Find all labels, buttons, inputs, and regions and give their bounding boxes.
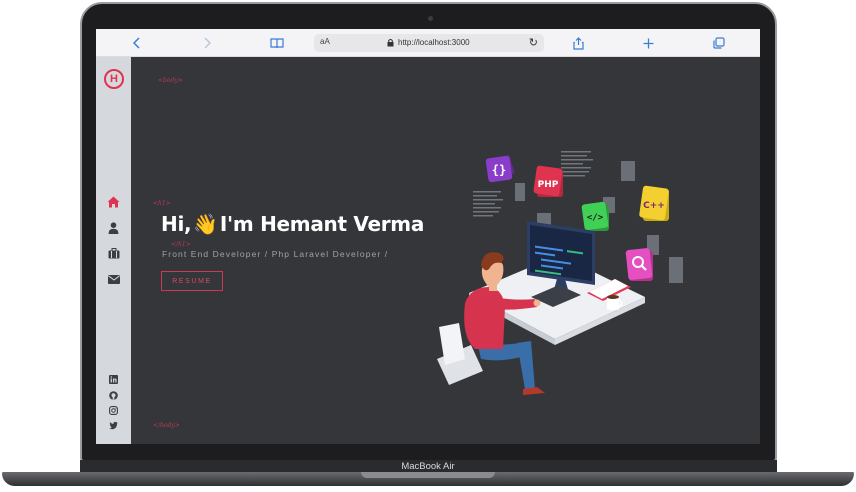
linkedin-icon[interactable]: [109, 375, 118, 384]
site-logo[interactable]: H: [104, 69, 124, 89]
resume-button[interactable]: RESUME: [161, 271, 223, 291]
wave-hand-icon: 👋: [193, 212, 218, 236]
browser-toolbar: aA http://localhost:3000 ↻: [96, 29, 760, 57]
name-text: I'm Hemant Verma: [219, 212, 425, 236]
back-button[interactable]: [128, 34, 146, 52]
instagram-icon[interactable]: [109, 406, 118, 415]
json-badge-label: {}: [492, 163, 506, 177]
lock-icon: [387, 39, 394, 47]
envelope-icon[interactable]: [107, 273, 120, 286]
url-text: http://localhost:3000: [398, 38, 470, 47]
h1-open-tag: <h1>: [153, 200, 171, 207]
briefcase-icon[interactable]: [107, 247, 120, 260]
tabs-overview-icon[interactable]: [710, 34, 728, 52]
cpp-badge-label: C++: [643, 201, 665, 211]
search-badge: [625, 248, 653, 281]
reload-icon[interactable]: ↻: [529, 36, 538, 49]
cpp-badge: C++: [639, 185, 669, 221]
hero-heading: Hi, 👋 I'm Hemant Verma: [161, 212, 424, 236]
user-icon[interactable]: [107, 221, 120, 234]
share-icon[interactable]: [569, 34, 587, 52]
text-size-button[interactable]: aA: [320, 37, 330, 46]
camera-icon: [428, 16, 433, 21]
body-open-tag: <body>: [158, 77, 183, 84]
home-icon[interactable]: [107, 195, 120, 208]
developer-illustration: {} PHP </> C++: [437, 151, 683, 395]
address-bar[interactable]: aA http://localhost:3000 ↻: [314, 34, 544, 52]
new-tab-icon[interactable]: [639, 34, 657, 52]
h1-close-tag: </h1>: [171, 241, 191, 248]
sidebar: H: [96, 57, 131, 444]
json-badge: {}: [485, 155, 515, 183]
greeting-text: Hi,: [161, 212, 192, 236]
github-icon[interactable]: [109, 391, 118, 400]
browser-window: aA http://localhost:3000 ↻ H <body> <h1>…: [96, 29, 760, 444]
bookmarks-icon[interactable]: [268, 34, 286, 52]
html-badge-label: </>: [587, 213, 604, 223]
hero-subtitle: Front End Developer / Php Laravel Develo…: [162, 249, 389, 259]
html-badge: </>: [581, 201, 609, 231]
twitter-icon[interactable]: [109, 421, 118, 430]
device-label: MacBook Air: [401, 461, 455, 472]
laptop-base: MacBook Air: [0, 460, 856, 492]
hero-section: <body> <h1> Hi, 👋 I'm Hemant Verma </h1> F…: [131, 57, 760, 444]
body-close-tag: </body>: [153, 422, 180, 429]
php-badge: PHP: [533, 165, 563, 197]
php-badge-label: PHP: [538, 180, 559, 190]
forward-button[interactable]: [198, 34, 216, 52]
lid-notch: [361, 472, 495, 478]
